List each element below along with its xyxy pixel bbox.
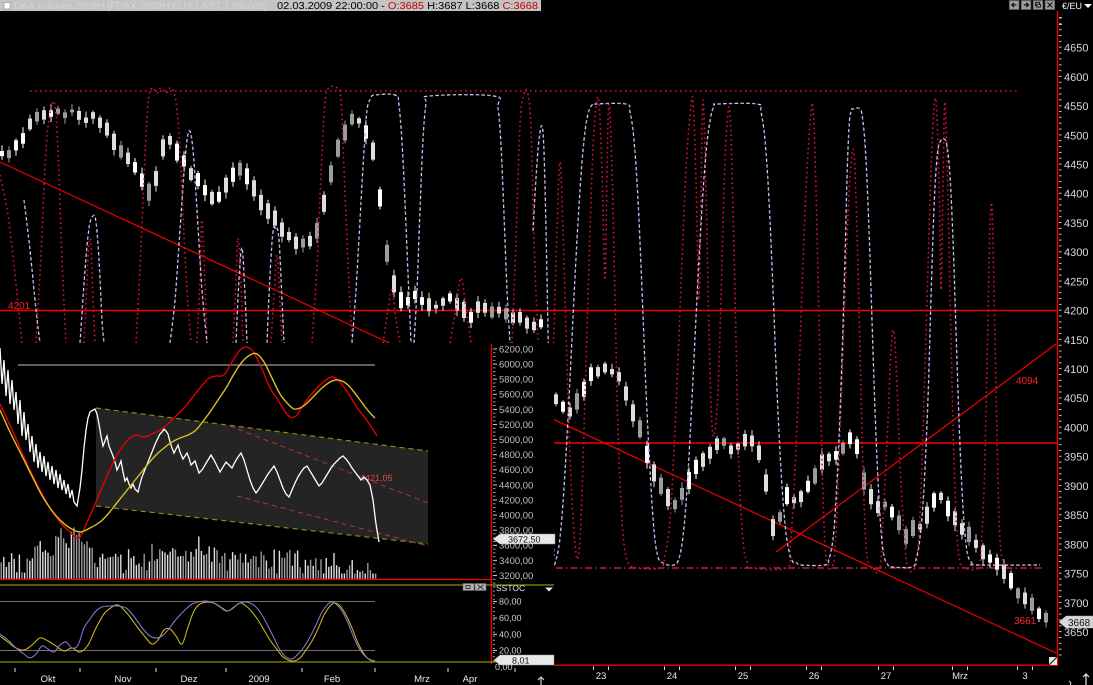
svg-text:8,01: 8,01 <box>512 656 530 666</box>
svg-text:25: 25 <box>738 671 749 682</box>
svg-text:4800,00: 4800,00 <box>499 450 533 461</box>
svg-text:26: 26 <box>809 671 820 682</box>
svg-text:Nov: Nov <box>115 674 132 685</box>
svg-text:3200,00: 3200,00 <box>499 571 533 582</box>
svg-text:4200: 4200 <box>1064 306 1088 318</box>
svg-text:5400,00: 5400,00 <box>499 405 533 416</box>
svg-text:3850: 3850 <box>1064 510 1088 522</box>
svg-text:40,00: 40,00 <box>499 630 522 640</box>
svg-text:3672,50: 3672,50 <box>508 535 541 545</box>
svg-text:3400,00: 3400,00 <box>499 556 533 567</box>
svg-text:4250: 4250 <box>1064 276 1088 288</box>
svg-text:SSTOC: SSTOC <box>496 583 525 593</box>
svg-text:23: 23 <box>596 671 607 682</box>
svg-text:4600,00: 4600,00 <box>499 465 533 476</box>
svg-text:4400: 4400 <box>1064 189 1088 201</box>
svg-text:4100: 4100 <box>1064 364 1088 376</box>
svg-text:Mrz: Mrz <box>952 671 968 682</box>
svg-text:6200,00: 6200,00 <box>499 344 533 355</box>
svg-text:3750: 3750 <box>1064 569 1088 581</box>
svg-text:02.03.2009 22:00:00 - O:3685 H: 02.03.2009 22:00:00 - O:3685 H:3687 L:36… <box>277 1 538 12</box>
svg-text:4050: 4050 <box>1064 393 1088 405</box>
svg-text:Mrz: Mrz <box>414 674 430 685</box>
svg-text:5200,00: 5200,00 <box>499 420 533 431</box>
svg-text:24: 24 <box>667 671 678 682</box>
svg-text:4450: 4450 <box>1064 160 1088 172</box>
svg-text:€/EU: €/EU <box>1062 1 1082 11</box>
svg-text:27: 27 <box>881 671 892 682</box>
svg-text:2009: 2009 <box>248 674 269 685</box>
svg-text:5800,00: 5800,00 <box>499 375 533 386</box>
svg-text:3668: 3668 <box>1068 618 1091 629</box>
svg-text:4300: 4300 <box>1064 247 1088 259</box>
svg-text:4550: 4550 <box>1064 101 1088 113</box>
svg-text:Dez: Dez <box>181 674 198 685</box>
svg-text:4350: 4350 <box>1064 218 1088 230</box>
svg-text:4201: 4201 <box>8 301 31 312</box>
svg-text:5600,00: 5600,00 <box>499 390 533 401</box>
svg-text:3800: 3800 <box>1064 539 1088 551</box>
svg-text:Feb: Feb <box>324 674 340 685</box>
svg-text:4600: 4600 <box>1064 72 1088 84</box>
svg-text:Okt: Okt <box>41 674 56 685</box>
svg-text:4500: 4500 <box>1064 130 1088 142</box>
svg-text:20,00: 20,00 <box>499 646 522 656</box>
svg-text:5000,00: 5000,00 <box>499 435 533 446</box>
svg-text:4000,00: 4000,00 <box>499 511 533 522</box>
svg-text:3950: 3950 <box>1064 452 1088 464</box>
svg-text:6000,00: 6000,00 <box>499 360 533 371</box>
svg-text:Apr: Apr <box>463 674 478 685</box>
svg-text:4150: 4150 <box>1064 335 1088 347</box>
svg-text:3661: 3661 <box>1014 616 1037 627</box>
svg-text:DAX Futures 2009H [FDAX 2009H: DAX Futures 2009H [FDAX 2009H EUX LAST 1… <box>14 1 267 12</box>
svg-text:80,00: 80,00 <box>499 597 522 607</box>
svg-text:3700: 3700 <box>1064 598 1088 610</box>
svg-text:4000: 4000 <box>1064 423 1088 435</box>
svg-text:4400,00: 4400,00 <box>499 480 533 491</box>
svg-text:4094: 4094 <box>1016 376 1039 387</box>
svg-text:3900: 3900 <box>1064 481 1088 493</box>
svg-text:60,00: 60,00 <box>499 613 522 623</box>
svg-text:3: 3 <box>1022 671 1027 682</box>
svg-text:4650: 4650 <box>1064 43 1088 55</box>
svg-text:4200,00: 4200,00 <box>499 495 533 506</box>
